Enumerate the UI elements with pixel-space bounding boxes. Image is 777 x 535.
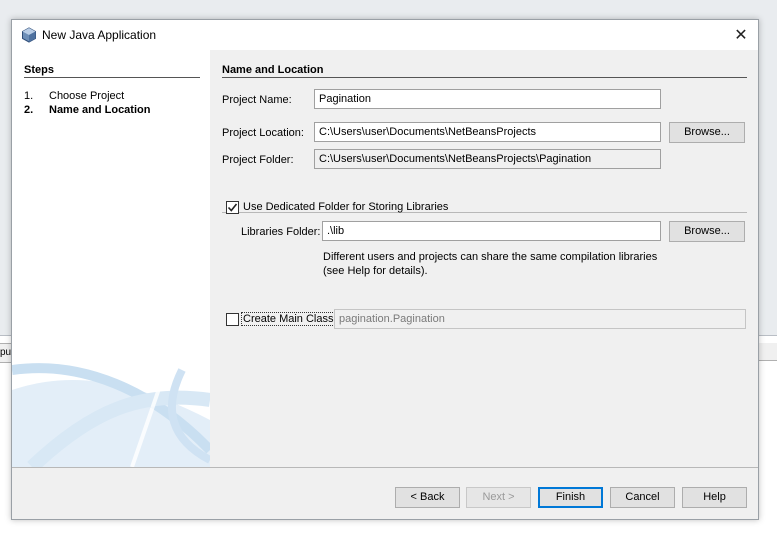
project-folder-field: C:\Users\user\Documents\NetBeansProjects… <box>314 149 661 169</box>
name-and-location-panel: Name and Location Project Name: Paginati… <box>210 50 758 467</box>
netbeans-cube-icon <box>21 27 37 43</box>
decorative-swoosh-graphic <box>12 363 210 467</box>
help-button[interactable]: Help <box>682 487 747 508</box>
dedicated-folder-label[interactable]: Use Dedicated Folder for Storing Librari… <box>243 201 448 213</box>
steps-panel: Steps 1. Choose Project 2. Name and Locati… <box>12 50 210 467</box>
back-button[interactable]: < Back <box>395 487 460 508</box>
libraries-folder-label: Libraries Folder: <box>241 226 321 238</box>
main-class-input[interactable]: pagination.Pagination <box>334 309 746 329</box>
project-name-input[interactable]: Pagination <box>314 89 661 109</box>
step-choose-project: 1. Choose Project <box>24 90 125 102</box>
step-name-and-location: 2. Name and Location <box>24 104 151 116</box>
checkmark-icon <box>227 203 238 212</box>
browse-libraries-button[interactable]: Browse... <box>669 221 745 242</box>
libraries-help-text: Different users and projects can share t… <box>323 251 658 277</box>
steps-title: Steps <box>24 64 200 78</box>
create-main-class-label[interactable]: Create Main Class <box>241 312 336 326</box>
close-button[interactable]: ✕ <box>724 22 758 48</box>
create-main-class-checkbox[interactable] <box>226 313 239 326</box>
libraries-folder-input[interactable]: .\lib <box>322 221 661 241</box>
finish-button[interactable]: Finish <box>538 487 603 508</box>
dialog-footer: < Back Next > Finish Cancel Help <box>12 467 758 519</box>
ide-panel-corner <box>758 343 777 361</box>
browse-location-button[interactable]: Browse... <box>669 122 745 143</box>
section-title: Name and Location <box>222 64 747 78</box>
project-folder-label: Project Folder: <box>222 154 294 166</box>
next-button[interactable]: Next > <box>466 487 531 508</box>
title-bar[interactable]: New Java Application ✕ <box>12 20 758 50</box>
project-location-input[interactable]: C:\Users\user\Documents\NetBeansProjects <box>314 122 661 142</box>
dialog-content: Steps 1. Choose Project 2. Name and Locati… <box>12 50 758 467</box>
dedicated-folder-checkbox[interactable] <box>226 201 239 214</box>
new-java-application-dialog: New Java Application ✕ Steps 1. Choose Pr… <box>11 19 759 520</box>
cancel-button[interactable]: Cancel <box>610 487 675 508</box>
project-name-label: Project Name: <box>222 94 292 106</box>
project-location-label: Project Location: <box>222 127 304 139</box>
dialog-title: New Java Application <box>42 28 157 42</box>
